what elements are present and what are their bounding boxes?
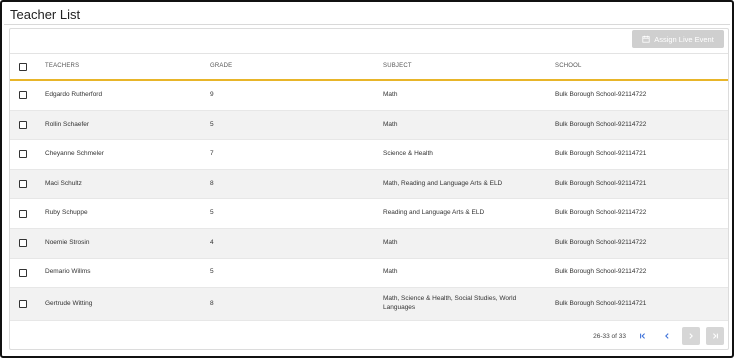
teacher-school: Bulk Borough School-92114722 <box>555 209 647 217</box>
chevron-left-icon <box>665 333 669 339</box>
pagination: 26-33 of 33 <box>593 326 724 346</box>
assign-live-event-button[interactable]: Assign Live Event <box>632 30 724 48</box>
header-school[interactable]: SCHOOL <box>555 54 725 79</box>
row-checkbox[interactable] <box>19 180 27 189</box>
teacher-school: Bulk Borough School-92114721 <box>555 299 647 307</box>
teacher-name: Gertrude Witting <box>45 299 93 307</box>
table-row[interactable]: Edgardo Rutherford 9 Math Bulk Borough S… <box>10 81 728 111</box>
teacher-grade: 5 <box>210 120 214 128</box>
teacher-grade: 5 <box>210 209 214 217</box>
assign-live-event-label: Assign Live Event <box>654 34 714 44</box>
teacher-grade: 5 <box>210 268 214 276</box>
last-page-button[interactable] <box>706 327 724 345</box>
row-checkbox[interactable] <box>19 268 27 277</box>
teacher-grade: 8 <box>210 299 214 307</box>
first-page-icon <box>640 333 645 339</box>
teacher-subject: Science & Health <box>383 150 433 158</box>
table-header: TEACHERS GRADE SUBJECT SCHOOL <box>10 53 728 81</box>
teacher-grade: 9 <box>210 90 214 98</box>
teacher-name: Rollin Schaefer <box>45 120 90 128</box>
teacher-school: Bulk Borough School-92114721 <box>555 150 647 158</box>
table-row[interactable]: Noemie Strosin 4 Math Bulk Borough Schoo… <box>10 228 728 259</box>
pagination-range: 26-33 of 33 <box>593 332 626 340</box>
teacher-name: Noemie Strosin <box>45 238 90 246</box>
row-checkbox[interactable] <box>19 120 27 129</box>
row-checkbox[interactable] <box>19 91 27 100</box>
teacher-grade: 8 <box>210 179 214 187</box>
teacher-school: Bulk Borough School-92114722 <box>555 90 647 98</box>
teacher-school: Bulk Borough School-92114722 <box>555 120 647 128</box>
teacher-school: Bulk Borough School-92114722 <box>555 238 647 246</box>
chevron-right-icon <box>689 333 693 339</box>
teacher-name: Cheyanne Schmeler <box>45 150 104 158</box>
teacher-subject: Math <box>383 120 398 128</box>
table-row[interactable]: Gertrude Witting 8 Math, Science & Healt… <box>10 288 728 322</box>
teacher-grade: 4 <box>210 238 214 246</box>
row-checkbox[interactable] <box>19 209 27 218</box>
teacher-name: Demario Willms <box>45 268 91 276</box>
select-all-checkbox[interactable] <box>19 62 27 71</box>
teacher-subject: Math <box>383 90 398 98</box>
table-row[interactable]: Demario Willms 5 Math Bulk Borough Schoo… <box>10 259 728 289</box>
teacher-subject: Math, Science & Health, Social Studies, … <box>383 295 517 312</box>
teacher-subject: Reading and Language Arts & ELD <box>383 209 485 217</box>
header-subject[interactable]: SUBJECT <box>383 54 548 79</box>
header-grade[interactable]: GRADE <box>210 54 270 79</box>
row-checkbox[interactable] <box>19 239 27 248</box>
last-page-icon <box>713 333 718 339</box>
teacher-table-card: Assign Live Event TEACHERS GRADE SUBJECT… <box>9 28 729 350</box>
teacher-school: Bulk Borough School-92114722 <box>555 268 647 276</box>
teacher-grade: 7 <box>210 150 214 158</box>
window-frame: Teacher List Assign Live Event TEACHERS … <box>0 0 734 358</box>
teacher-subject: Math, Reading and Language Arts & ELD <box>383 179 503 187</box>
teacher-name: Ruby Schuppe <box>45 209 88 217</box>
divider <box>4 24 730 25</box>
table-row[interactable]: Cheyanne Schmeler 7 Science & Health Bul… <box>10 140 728 170</box>
teacher-name: Maci Schultz <box>45 179 82 187</box>
header-teachers[interactable]: TEACHERS <box>45 54 195 79</box>
calendar-icon <box>642 35 650 43</box>
row-checkbox[interactable] <box>19 150 27 159</box>
table-row[interactable]: Rollin Schaefer 5 Math Bulk Borough Scho… <box>10 110 728 141</box>
teacher-school: Bulk Borough School-92114721 <box>555 179 647 187</box>
next-page-button[interactable] <box>682 327 700 345</box>
teacher-subject: Math <box>383 268 398 276</box>
table-row[interactable]: Maci Schultz 8 Math, Reading and Languag… <box>10 169 728 200</box>
previous-page-button[interactable] <box>658 327 676 345</box>
table-row[interactable]: Ruby Schuppe 5 Reading and Language Arts… <box>10 199 728 229</box>
first-page-button[interactable] <box>634 327 652 345</box>
teacher-name: Edgardo Rutherford <box>45 90 103 98</box>
page-title: Teacher List <box>10 7 81 22</box>
teacher-subject: Math <box>383 238 398 246</box>
teacher-table: TEACHERS GRADE SUBJECT SCHOOL Edgardo Ru… <box>10 53 728 322</box>
row-checkbox[interactable] <box>19 300 27 309</box>
